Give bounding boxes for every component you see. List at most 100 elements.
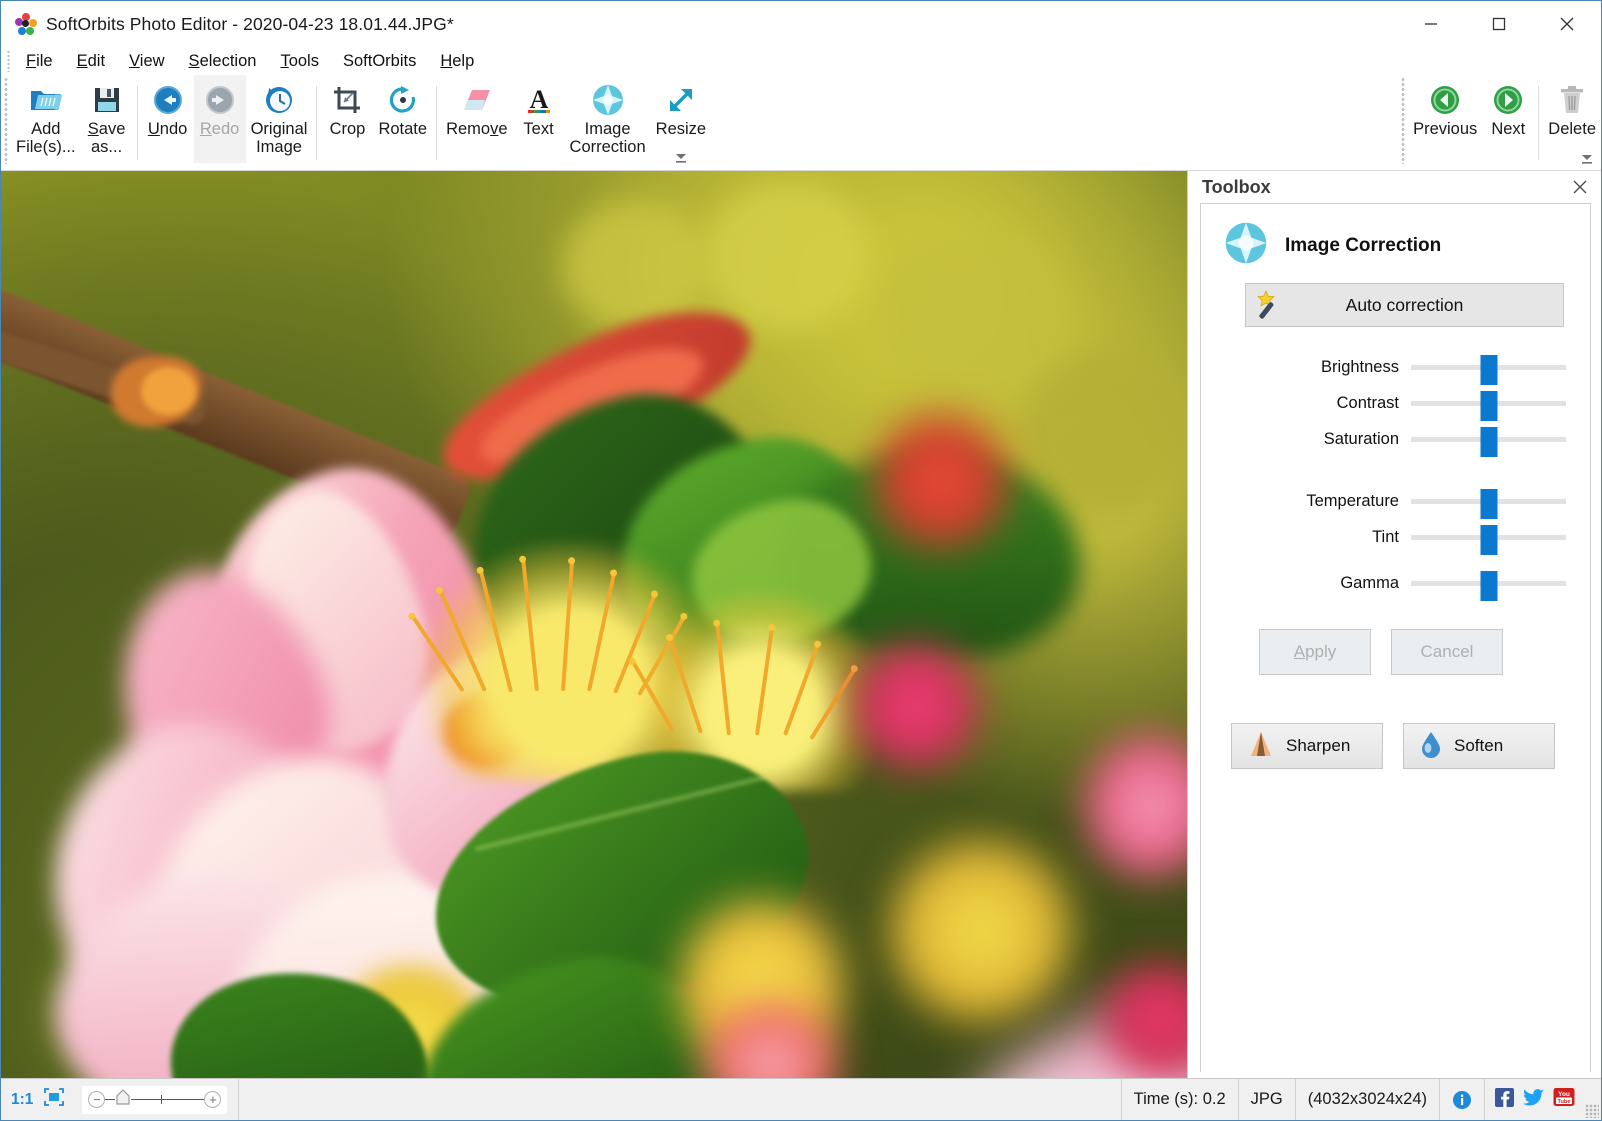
maximize-button[interactable] <box>1465 1 1533 47</box>
image-correction-button[interactable]: Image Correction <box>565 75 651 163</box>
toolbar-overflow-icon[interactable] <box>673 151 689 168</box>
slider-thumb[interactable] <box>1480 391 1497 421</box>
eraser-icon <box>460 81 494 119</box>
image-correction-icon <box>591 81 625 119</box>
cancel-button[interactable]: Cancel <box>1391 629 1503 675</box>
temperature-label: Temperature <box>1215 492 1411 511</box>
brightness-label: Brightness <box>1215 358 1411 377</box>
resize-grip[interactable] <box>1585 1104 1599 1118</box>
svg-text:You: You <box>1558 1091 1570 1098</box>
contrast-slider[interactable] <box>1411 391 1566 415</box>
menu-help[interactable]: Help <box>429 50 485 73</box>
youtube-icon[interactable]: You Tube <box>1553 1087 1575 1112</box>
svg-text:Tube: Tube <box>1558 1099 1571 1105</box>
slider-thumb[interactable] <box>1480 427 1497 457</box>
toolbox-panel: Toolbox <box>1187 171 1601 1078</box>
next-button[interactable]: Next <box>1482 75 1534 163</box>
toolbar-group-transform: Crop Rotate <box>321 75 432 165</box>
bg-pink-flower <box>851 641 981 771</box>
crop-label: Crop <box>330 121 366 139</box>
redo-arrow-icon <box>204 81 236 119</box>
tool-header: Image Correction <box>1223 220 1576 271</box>
saturation-slider[interactable] <box>1411 427 1566 451</box>
main-area: Toolbox <box>1 171 1601 1078</box>
apply-button[interactable]: Apply <box>1259 629 1371 675</box>
gamma-slider[interactable] <box>1411 571 1566 595</box>
menu-edit[interactable]: Edit <box>66 50 116 73</box>
save-as-button[interactable]: Saveas... <box>81 75 133 163</box>
zoom-out-button[interactable]: − <box>88 1091 105 1108</box>
sharpen-label: Sharpen <box>1286 736 1350 756</box>
delete-button[interactable]: Delete <box>1543 75 1601 163</box>
green-left-arrow-icon <box>1429 81 1461 119</box>
zoom-in-button[interactable]: + <box>204 1091 221 1108</box>
sharpen-button[interactable]: Sharpen <box>1231 723 1383 769</box>
slider-thumb[interactable] <box>1480 525 1497 555</box>
undo-button[interactable]: Undo <box>142 75 194 163</box>
main-toolbar: Add File(s)... Saveas... <box>1 75 1601 171</box>
title-bar: SoftOrbits Photo Editor - 2020-04-23 18.… <box>1 1 1601 47</box>
undo-arrow-icon <box>152 81 184 119</box>
slider-thumb[interactable] <box>1480 489 1497 519</box>
add-files-button[interactable]: Add File(s)... <box>11 75 81 163</box>
image-canvas[interactable] <box>1 171 1187 1078</box>
crop-button[interactable]: Crop <box>321 75 373 163</box>
image-correction-label: Image Correction <box>570 121 646 157</box>
zoom-slider[interactable]: − + <box>81 1085 228 1115</box>
toolbar-overflow-icon-right[interactable] <box>1579 152 1595 169</box>
tint-slider[interactable] <box>1411 525 1566 549</box>
bokeh-spot <box>1021 351 1187 511</box>
previous-button[interactable]: Previous <box>1408 75 1482 163</box>
sharpen-cone-icon <box>1248 730 1274 763</box>
bud <box>141 367 196 415</box>
fit-to-screen-icon[interactable] <box>43 1087 65 1112</box>
menu-softorbits[interactable]: SoftOrbits <box>332 50 427 73</box>
original-image-button[interactable]: Original Image <box>246 75 313 163</box>
slider-row-tint: Tint <box>1215 519 1566 555</box>
window-title: SoftOrbits Photo Editor - 2020-04-23 18.… <box>46 14 454 35</box>
file-format: JPG <box>1239 1079 1296 1120</box>
rotate-label: Rotate <box>378 121 427 139</box>
tint-label: Tint <box>1215 528 1411 547</box>
minimize-button[interactable] <box>1397 1 1465 47</box>
original-image-label: Original Image <box>251 121 308 157</box>
facebook-icon[interactable] <box>1495 1088 1514 1112</box>
contrast-label: Contrast <box>1215 394 1411 413</box>
slider-row-temperature: Temperature <box>1215 483 1566 519</box>
brightness-slider[interactable] <box>1411 355 1566 379</box>
toolbar-separator <box>316 86 317 160</box>
toolbar-grip[interactable] <box>1 78 11 164</box>
menu-tools[interactable]: Tools <box>269 50 330 73</box>
temperature-slider[interactable] <box>1411 489 1566 513</box>
slider-thumb[interactable] <box>1480 355 1497 385</box>
menu-view[interactable]: View <box>118 50 175 73</box>
twitter-icon[interactable] <box>1523 1088 1544 1112</box>
slider-row-contrast: Contrast <box>1215 385 1566 421</box>
zoom-slider-thumb[interactable] <box>115 1088 131 1111</box>
bg-pink-flower <box>1081 731 1187 881</box>
toolbox-content: Image Correction Auto correction Brightn… <box>1200 203 1591 1072</box>
remove-button[interactable]: Remove <box>441 75 512 163</box>
toolbar-separator <box>436 86 437 160</box>
menu-file[interactable]: FFileile <box>15 50 64 73</box>
floppy-disk-icon <box>93 81 121 119</box>
slider-row-gamma: Gamma <box>1215 565 1566 601</box>
rotate-button[interactable]: Rotate <box>373 75 432 163</box>
close-button[interactable] <box>1533 1 1601 47</box>
slider-thumb[interactable] <box>1480 571 1497 601</box>
redo-button[interactable]: Redo <box>194 75 246 163</box>
save-as-label: Saveas... <box>88 121 126 157</box>
soften-button[interactable]: Soften <box>1403 723 1555 769</box>
menu-selection[interactable]: Selection <box>178 50 268 73</box>
text-a-icon: A <box>524 81 554 119</box>
water-drop-icon <box>1420 730 1442 763</box>
auto-correction-button[interactable]: Auto correction <box>1245 283 1564 327</box>
image-correction-icon <box>1223 220 1269 271</box>
text-button[interactable]: A Text <box>513 75 565 163</box>
toolbar-separator <box>137 86 138 160</box>
resize-button[interactable]: Resize <box>651 75 711 163</box>
zoom-ratio-button[interactable]: 1:1 <box>11 1091 33 1109</box>
toolbar-grip-right[interactable] <box>1398 78 1408 164</box>
close-icon[interactable] <box>1569 176 1591 198</box>
info-icon[interactable] <box>1440 1079 1485 1120</box>
